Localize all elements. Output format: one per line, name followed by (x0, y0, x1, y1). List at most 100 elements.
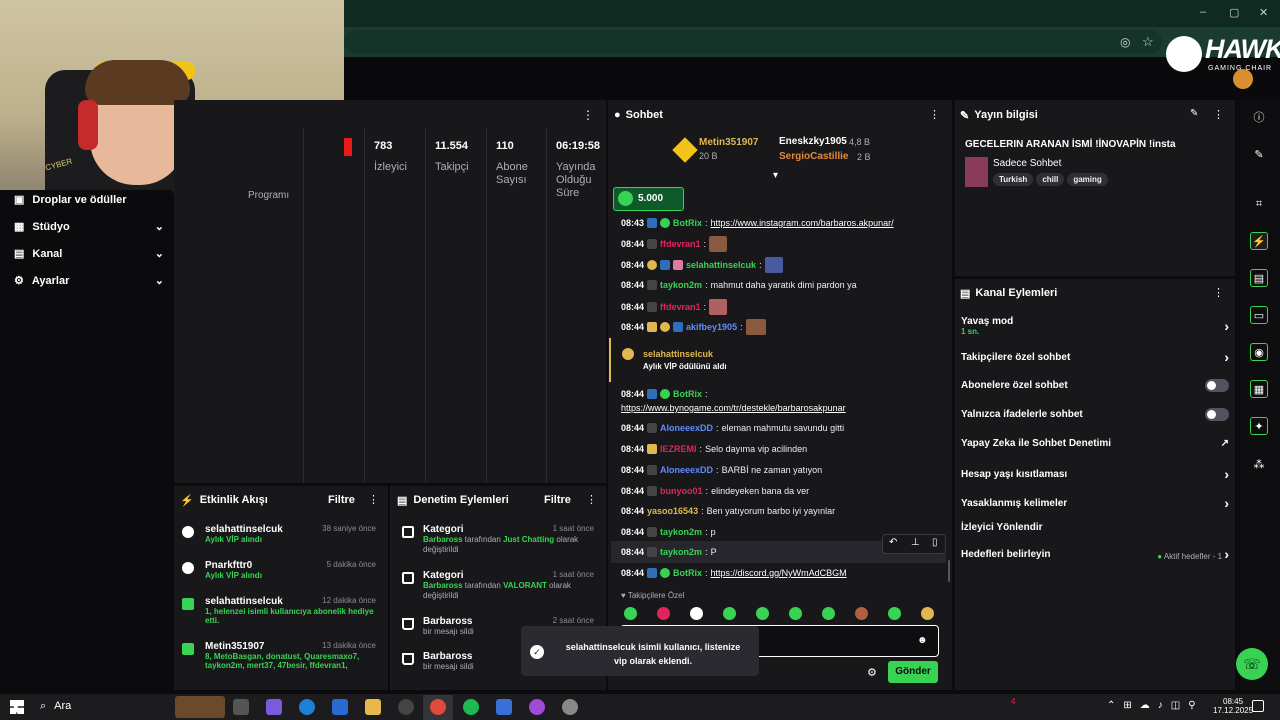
category-icon (402, 572, 414, 584)
category-name[interactable]: Sadece Sohbet (993, 158, 1061, 169)
xbox-icon[interactable] (398, 699, 414, 715)
chat-message: 08:44 BotRix: https://discord.gg/NyWmAdCBG… (621, 568, 847, 578)
layout-icon[interactable]: ▦ (1250, 380, 1268, 398)
more-icon[interactable]: ⋮ (582, 108, 594, 122)
subscribers-only-row[interactable]: Abonelere özel sohbet (961, 379, 1229, 392)
account-age-row[interactable]: Hesap yaşı kısıtlaması › (961, 466, 1229, 482)
gift-icon: ▣ (14, 194, 25, 206)
channel-actions-title: ▤ Kanal Eylemleri (960, 287, 1058, 300)
mod-item: Kategori Barbaross tarafından VALORANT ol… (400, 570, 596, 601)
more-icon[interactable]: ⋮ (1213, 286, 1224, 299)
chrome-icon[interactable] (430, 699, 446, 715)
task-view-icon[interactable] (233, 699, 249, 715)
gear-icon[interactable]: ⚙ (867, 666, 877, 679)
minimize-button[interactable]: – (1200, 6, 1206, 18)
chat-link[interactable]: https://www.bynogame.com/tr/destekle/bar… (621, 403, 846, 413)
close-button[interactable]: ✕ (1259, 6, 1268, 19)
emoji-icon[interactable]: ☻ (917, 635, 928, 646)
banned-words-row[interactable]: Yasaklanmış kelimeler › (961, 495, 1229, 511)
address-bar[interactable] (344, 30, 1162, 54)
folder-icon[interactable] (365, 699, 381, 715)
trash-icon (402, 618, 414, 630)
system-tray[interactable]: ⌃⊞☁♪◫⚲ (1107, 700, 1204, 711)
toggle[interactable] (1205, 408, 1229, 421)
app-icon[interactable] (496, 699, 512, 715)
vip-event-bar (609, 338, 611, 382)
maximize-button[interactable]: ▢ (1229, 6, 1239, 19)
leader-3-name[interactable]: SergioCastillie (779, 151, 848, 162)
nav-drops[interactable]: ▣ Droplar ve ödüller (14, 193, 164, 207)
user-icon (182, 562, 194, 574)
app-icon[interactable] (529, 699, 545, 715)
taskbar-search[interactable]: ⌕ Ara (40, 700, 71, 713)
document-icon[interactable]: ▤ (1250, 269, 1268, 287)
stat-uptime: 06:19:58 Yayında Olduğu Süre (556, 140, 601, 199)
trash-icon[interactable]: ▯ (932, 537, 938, 548)
copilot-icon[interactable] (266, 699, 282, 715)
mod-filter-button[interactable]: Filtre (544, 494, 571, 506)
activity-filter-button[interactable]: Filtre (328, 494, 355, 506)
bolt-icon[interactable]: ⚡ (1250, 232, 1268, 250)
eye-off-icon[interactable]: ◎ (1120, 35, 1130, 49)
nav-studio[interactable]: ▦ Stüdyo ⌄ (14, 220, 164, 234)
spotify-icon[interactable] (463, 699, 479, 715)
send-button[interactable]: Gönder (888, 661, 938, 683)
collapse-icon[interactable]: ▾ (773, 170, 778, 181)
chat-message: 08:44 AloneeexDD: BARBİ ne zaman yatıyon (621, 465, 823, 475)
wrench-icon[interactable]: ✦ (1250, 417, 1268, 435)
chat-link[interactable]: https://www.instagram.com/barbaros.akpun… (711, 218, 894, 228)
leader-2-name[interactable]: Eneskzky1905 (779, 136, 847, 147)
chat-scrollbar[interactable] (948, 560, 950, 582)
notification-center-icon[interactable] (1252, 700, 1264, 712)
raid-row[interactable]: İzleyici Yönlendir (961, 522, 1229, 533)
leader-1-name[interactable]: Metin351907 (699, 137, 758, 148)
edit-icon[interactable]: ✎ (1190, 108, 1198, 119)
more-icon[interactable]: ⋮ (1213, 108, 1224, 121)
chat-message: 08:44 ffdevran1: (621, 299, 728, 315)
emote-only-row[interactable]: Yalnızca ifadelerle sohbet (961, 408, 1229, 421)
outlook-icon[interactable] (332, 699, 348, 715)
more-icon[interactable]: ⋮ (368, 493, 379, 506)
category-thumbnail[interactable] (965, 157, 988, 187)
tag[interactable]: Turkish (993, 173, 1034, 186)
divider (486, 128, 487, 483)
widget-icon[interactable] (175, 696, 225, 718)
vip-event-user[interactable]: selahattinselcuk (643, 349, 713, 359)
support-button[interactable]: ☏ (1236, 648, 1268, 680)
crop-icon[interactable]: ⌗ (1250, 195, 1268, 213)
chevron-right-icon: › (1224, 495, 1229, 511)
chat-icon[interactable]: ▭ (1250, 306, 1268, 324)
star-icon[interactable]: ☆ (1142, 34, 1154, 50)
info-icon[interactable]: ⓘ (1250, 109, 1268, 127)
edge-icon[interactable] (299, 699, 315, 715)
ai-moderation-row[interactable]: Yapay Zeka ile Sohbet Denetimi ↗ (961, 438, 1229, 449)
left-sidebar (0, 190, 172, 690)
toggle[interactable] (1205, 379, 1229, 392)
app-icon[interactable] (562, 699, 578, 715)
pencil-icon[interactable]: ✎ (1250, 146, 1268, 164)
stat-followers: 11.554 Takipçi (435, 140, 469, 173)
clock[interactable]: 08:45 17.12.2025 (1213, 697, 1253, 715)
followers-only-row[interactable]: Takipçilere özel sohbet › (961, 349, 1229, 365)
broadcast-icon[interactable]: ◉ (1250, 343, 1268, 361)
nav-channel[interactable]: ▤ Kanal ⌄ (14, 247, 164, 261)
users-icon[interactable]: ⁂ (1250, 456, 1268, 474)
activity-item: Metin351907 8, MetoBasgan, donatust, Quar… (182, 641, 380, 670)
avatar[interactable] (1233, 69, 1253, 89)
slow-mode-row[interactable]: Yavaş mod 1 sn. › (961, 316, 1229, 336)
mod-actions-title: ▤ Denetim Eylemleri (397, 494, 509, 507)
more-icon[interactable]: ⋮ (929, 108, 940, 121)
nav-settings[interactable]: ⚙ Ayarlar ⌄ (14, 274, 164, 288)
chat-link[interactable]: https://discord.gg/NyWmAdCBGM (711, 568, 847, 578)
mod-item: Kategori Barbaross tarafından Just Chatti… (400, 524, 596, 555)
reply-icon[interactable]: ↶ (889, 537, 897, 548)
pin-icon[interactable]: ⊥ (911, 537, 920, 548)
tag[interactable]: gaming (1067, 173, 1108, 186)
tag-list: Turkish chill gaming (993, 173, 1111, 186)
tag[interactable]: chill (1036, 173, 1065, 186)
emote-bar[interactable] (624, 607, 954, 623)
chat-message: 08:44 taykon2m: mahmut daha yaratık dimi p… (621, 280, 857, 290)
more-icon[interactable]: ⋮ (586, 493, 597, 506)
goals-row[interactable]: Hedefleri belirleyin ● Aktif hedefler - 1… (961, 546, 1229, 562)
channel-actions-panel (955, 279, 1235, 690)
